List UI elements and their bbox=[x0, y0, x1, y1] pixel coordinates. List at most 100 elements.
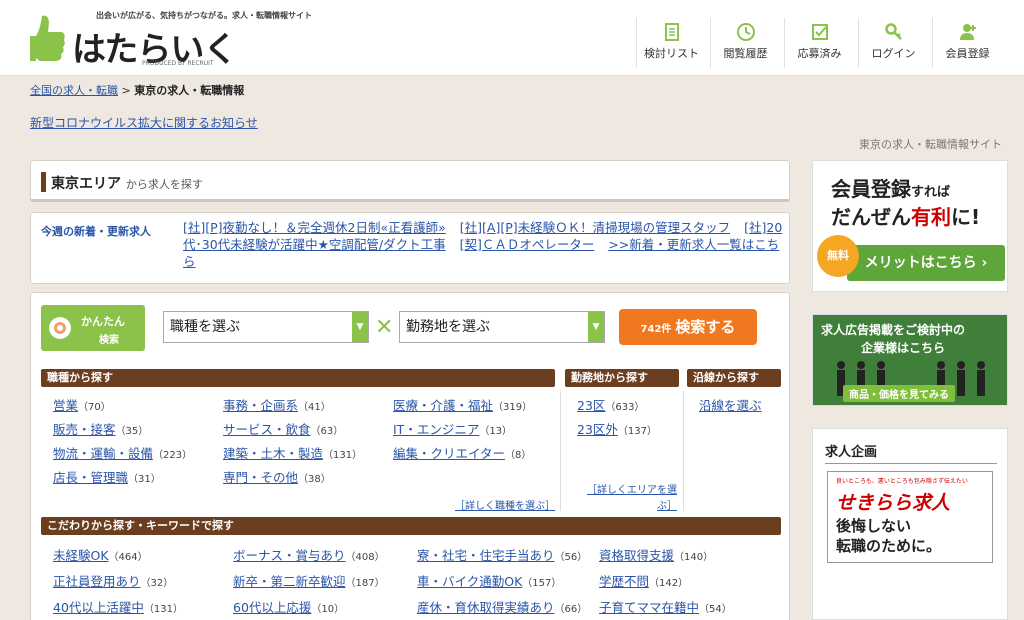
title-accent-bar bbox=[41, 172, 46, 192]
job-type-link[interactable]: 編集・クリエイター（8） bbox=[393, 443, 531, 462]
job-type-link[interactable]: 医療・介護・福祉（319） bbox=[393, 395, 532, 414]
divider bbox=[683, 391, 684, 511]
nav-consider-list[interactable]: 検討リスト bbox=[636, 18, 706, 68]
banner-headline: だんぜん有利に! bbox=[831, 205, 981, 229]
clipboard-icon bbox=[664, 23, 679, 41]
keyword-link[interactable]: 資格取得支援（140） bbox=[599, 545, 713, 564]
merit-button[interactable]: メリットはこちら › bbox=[847, 245, 1005, 281]
employer-ad-banner[interactable]: 求人広告掲載をご検討中の 企業様はこちら 商品・価格を見てみる bbox=[812, 314, 1008, 406]
nav-label: 会員登録 bbox=[945, 47, 990, 60]
new-job-link[interactable]: [社][A][P]未経験ＯＫ！清掃現場の管理スタッフ bbox=[460, 220, 730, 235]
new-jobs-label: 今週の新着・更新求人 bbox=[41, 225, 151, 238]
job-types-header: 職種から探す bbox=[41, 369, 555, 387]
line-select-link[interactable]: 沿線を選ぶ bbox=[699, 395, 762, 414]
sekirara-banner[interactable]: 良いところも、悪いところも包み隠さず伝えたい せきらら求人 後悔しない 転職のた… bbox=[827, 471, 993, 563]
page-title: 東京エリア から求人を探す bbox=[51, 173, 203, 193]
easy-search-label: 検索 bbox=[99, 335, 119, 346]
job-plan-panel: 求人企画 良いところも、悪いところも包み隠さず伝えたい せきらら求人 後悔しない… bbox=[812, 428, 1008, 620]
banner-small-text: 良いところも、悪いところも包み隠さず伝えたい bbox=[836, 478, 968, 485]
view-price-button[interactable]: 商品・価格を見てみる bbox=[843, 385, 955, 402]
keyword-link[interactable]: 未経験OK（464） bbox=[53, 545, 148, 564]
easy-search-label: かんたん bbox=[81, 315, 125, 328]
work-area-select[interactable]: 勤務地を選ぶ ▼ bbox=[399, 311, 605, 343]
divider bbox=[825, 463, 997, 464]
work-area-detail-link[interactable]: ぶ］ bbox=[657, 497, 677, 512]
work-area-detail-link[interactable]: ［詳しくエリアを選 bbox=[587, 481, 677, 496]
banner-copy: 後悔しない 転職のために。 bbox=[836, 517, 942, 555]
breadcrumb-current: 東京の求人・転職情報 bbox=[134, 84, 245, 97]
job-type-link[interactable]: 営業（70） bbox=[53, 395, 111, 414]
nav-label: 閲覧履歴 bbox=[723, 47, 768, 60]
nav-register[interactable]: 会員登録 bbox=[932, 18, 1002, 68]
new-job-link[interactable]: [社][P]夜勤なし！＆完全週休2日制«正看護師» bbox=[183, 220, 446, 235]
job-type-link[interactable]: 物流・運輸・設備（223） bbox=[53, 443, 192, 462]
nav-label: 応募済み bbox=[797, 47, 842, 60]
job-type-link[interactable]: 店長・管理職（31） bbox=[53, 467, 161, 486]
breadcrumb: 全国の求人・転職 > 東京の求人・転職情報 bbox=[30, 82, 244, 98]
banner-brand: せきらら求人 bbox=[836, 492, 951, 514]
magnifier-icon bbox=[49, 317, 71, 339]
keywords-header: こだわりから探す・キーワードで探す bbox=[41, 517, 781, 535]
work-area-link[interactable]: 23区（633） bbox=[577, 395, 645, 414]
job-type-select-value: 職種を選ぶ bbox=[170, 319, 240, 335]
search-panel: かんたん 検索 職種を選ぶ ▼ ✕ 勤務地を選ぶ ▼ 742件 検索する 職種から… bbox=[30, 292, 790, 620]
area-title-panel: 東京エリア から求人を探す bbox=[30, 160, 790, 202]
chevron-down-icon: ▼ bbox=[352, 312, 368, 342]
nav-history[interactable]: 閲覧履歴 bbox=[710, 18, 780, 68]
job-type-link[interactable]: 建築・土木・製造（131） bbox=[223, 443, 362, 462]
breadcrumb-separator: > bbox=[121, 84, 131, 97]
nav-login[interactable]: ログイン bbox=[858, 18, 928, 68]
user-plus-icon bbox=[959, 24, 976, 40]
site-label: 東京の求人・転職情報サイト bbox=[859, 138, 1002, 151]
breadcrumb-home-link[interactable]: 全国の求人・転職 bbox=[30, 84, 118, 97]
keyword-link[interactable]: 正社員登用あり（32） bbox=[53, 571, 173, 590]
job-type-link[interactable]: 専門・その他（38） bbox=[223, 467, 331, 486]
job-type-link[interactable]: IT・エンジニア（13） bbox=[393, 419, 512, 438]
search-submit-label: 検索する bbox=[675, 318, 736, 336]
keyword-link[interactable]: 車・バイク通勤OK（157） bbox=[417, 571, 561, 590]
member-register-banner[interactable]: 会員登録すれば だんぜん有利に! メリットはこちら › 無料 bbox=[812, 160, 1008, 292]
keyword-link[interactable]: 40代以上活躍中（131） bbox=[53, 597, 183, 616]
keyword-link[interactable]: 学歴不問（142） bbox=[599, 571, 688, 590]
cross-icon: ✕ bbox=[375, 315, 394, 340]
keyword-link[interactable]: 子育てママ在籍中（54） bbox=[599, 597, 732, 616]
job-type-link[interactable]: 事務・企画系（41） bbox=[223, 395, 331, 414]
job-type-detail-link[interactable]: ［詳しく職種を選ぶ］ bbox=[455, 497, 555, 512]
banner-headline: 会員登録すれば bbox=[831, 177, 951, 201]
key-icon bbox=[884, 23, 902, 40]
job-type-link[interactable]: サービス・飲食（63） bbox=[223, 419, 343, 438]
work-area-header: 勤務地から探す bbox=[565, 369, 679, 387]
area-title: 東京エリア bbox=[51, 176, 121, 192]
plan-header: 求人企画 bbox=[825, 445, 878, 460]
site-logo[interactable]: 出会いが広がる、気持ちがつながる。求人・転職情報サイト はたらいく PRODUC… bbox=[30, 8, 312, 70]
site-tagline: 出会いが広がる、気持ちがつながる。求人・転職情報サイト bbox=[96, 11, 312, 20]
new-job-link[interactable]: [契]ＣＡＤオペレーター bbox=[460, 237, 595, 252]
keyword-link[interactable]: 新卒・第二新卒歓迎（187） bbox=[233, 571, 385, 590]
search-submit-button[interactable]: 742件 検索する bbox=[619, 309, 757, 345]
work-area-select-value: 勤務地を選ぶ bbox=[406, 319, 490, 335]
line-header: 沿線から探す bbox=[687, 369, 781, 387]
work-area-link[interactable]: 23区外（137） bbox=[577, 419, 657, 438]
clock-icon bbox=[736, 23, 755, 41]
new-jobs-list: [社][P]夜勤なし！＆完全週休2日制«正看護師» [社][A][P]未経験ＯＫ… bbox=[183, 219, 783, 270]
result-count: 742件 bbox=[640, 324, 672, 335]
keyword-link[interactable]: 産休・育休取得実績あり（66） bbox=[417, 597, 587, 616]
nav-label: 検討リスト bbox=[644, 47, 699, 60]
chevron-down-icon: ▼ bbox=[588, 312, 604, 342]
covid-notice-link[interactable]: 新型コロナウイルス拡大に関するお知らせ bbox=[30, 114, 258, 131]
job-type-select[interactable]: 職種を選ぶ ▼ bbox=[163, 311, 369, 343]
checkbox-icon bbox=[811, 24, 828, 40]
free-badge: 無料 bbox=[817, 235, 859, 277]
keyword-link[interactable]: ボーナス・賞与あり（408） bbox=[233, 545, 385, 564]
banner-text: 求人広告掲載をご検討中の bbox=[821, 323, 966, 337]
nav-label: ログイン bbox=[871, 47, 916, 60]
produced-by: PRODUCED BY RECRUIT bbox=[142, 60, 214, 67]
keyword-link[interactable]: 60代以上応援（10） bbox=[233, 597, 344, 616]
job-type-link[interactable]: 販売・接客（35） bbox=[53, 419, 148, 438]
easy-search-button[interactable]: かんたん 検索 bbox=[41, 305, 145, 351]
thumbs-up-icon bbox=[30, 15, 65, 62]
divider bbox=[560, 391, 561, 511]
nav-applied[interactable]: 応募済み bbox=[784, 18, 854, 68]
keyword-link[interactable]: 寮・社宅・住宅手当あり（56） bbox=[417, 545, 587, 564]
area-subtitle: から求人を探す bbox=[125, 178, 203, 191]
